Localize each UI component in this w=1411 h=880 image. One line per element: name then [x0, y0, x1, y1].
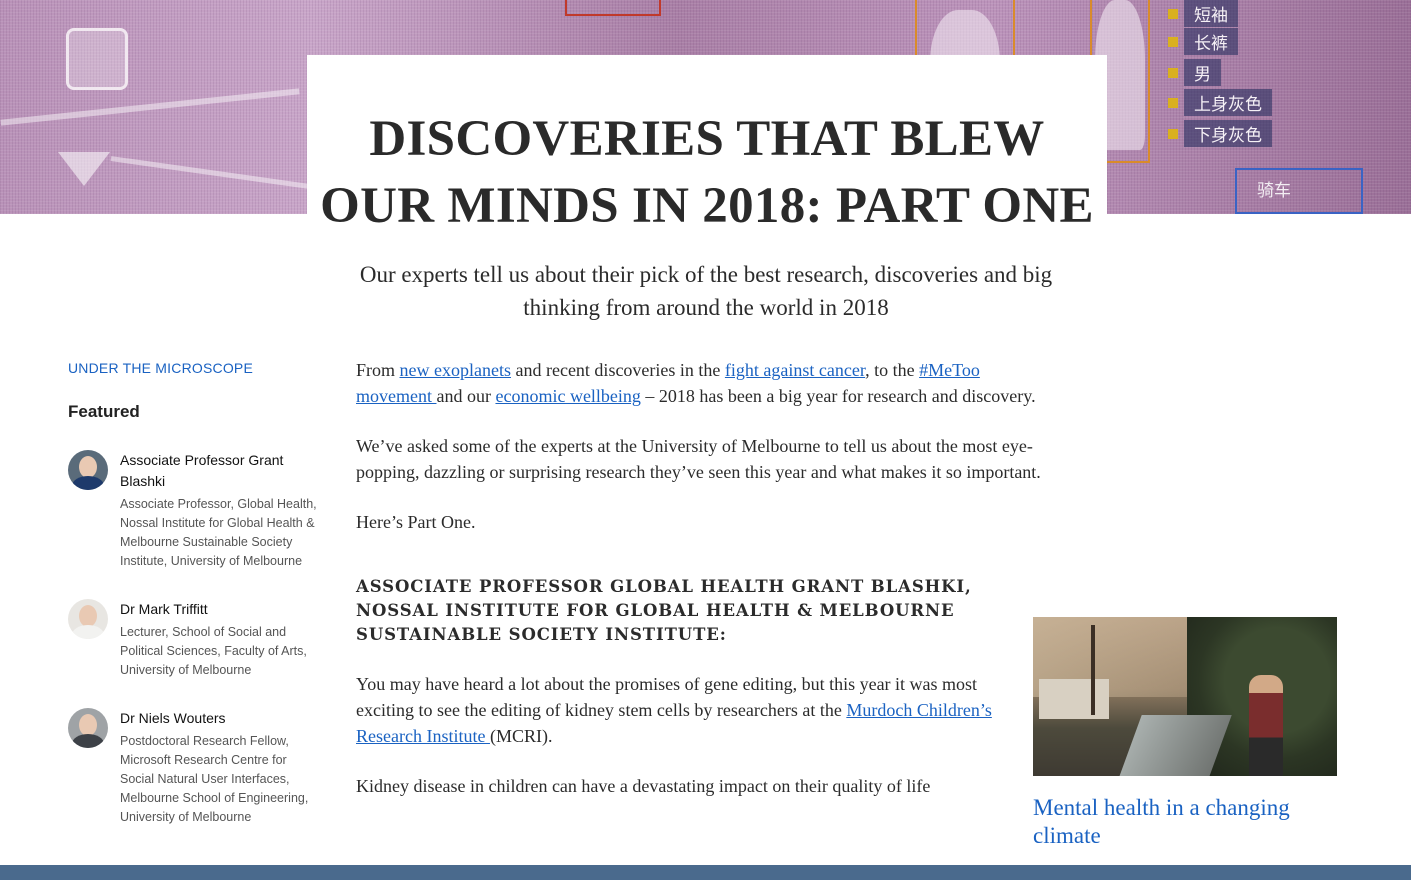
avatar: [68, 599, 108, 639]
body-paragraph: We’ve asked some of the experts at the U…: [356, 436, 1041, 482]
author-role: Associate Professor, Global Health, Noss…: [120, 497, 317, 568]
author-name: Dr Mark Triffitt: [120, 601, 208, 617]
related-article-link[interactable]: Mental health in a changing climate: [1033, 794, 1337, 850]
sidebar: UNDER THE MICROSCOPE Featured Associate …: [68, 360, 318, 827]
author-role: Postdoctoral Research Fellow, Microsoft …: [120, 734, 309, 824]
avatar: [68, 708, 108, 748]
section-heading: ASSOCIATE PROFESSOR GLOBAL HEALTH GRANT …: [356, 577, 972, 644]
intro-paragraph: From new exoplanets and recent discoveri…: [356, 357, 1036, 409]
bottom-bar: [0, 865, 1411, 880]
detection-tag: 长裤: [1168, 28, 1238, 55]
detection-tag: 上身灰色: [1168, 89, 1272, 116]
featured-author[interactable]: Dr Mark Triffitt Lecturer, School of Soc…: [68, 599, 318, 680]
detection-box-label: 骑车: [1257, 181, 1291, 201]
text: – 2018 has been a big year for research …: [640, 386, 1036, 406]
road-arrow-icon: [58, 152, 110, 186]
link-fight-against-cancer[interactable]: fight against cancer: [725, 360, 865, 380]
detection-box: [565, 0, 661, 16]
featured-author[interactable]: Dr Niels Wouters Postdoctoral Research F…: [68, 708, 318, 827]
related-article-image: [1033, 617, 1337, 776]
avatar: [68, 450, 108, 490]
text: From: [356, 360, 400, 380]
text: (MCRI).: [489, 726, 553, 746]
text: and our: [436, 386, 496, 406]
detection-tag: 下身灰色: [1168, 120, 1272, 147]
related-article-card[interactable]: Mental health in a changing climate: [1033, 617, 1337, 850]
detection-tag: 短袖: [1168, 0, 1238, 27]
body-paragraph: Kidney disease in children can have a de…: [356, 776, 931, 796]
text: and recent discoveries in the: [510, 360, 725, 380]
body-paragraph: Here’s Part One.: [356, 512, 476, 532]
featured-authors-list: Associate Professor Grant Blashki Associ…: [68, 450, 318, 827]
author-name: Associate Professor Grant Blashki: [120, 452, 284, 489]
link-new-exoplanets[interactable]: new exoplanets: [400, 360, 511, 380]
featured-heading: Featured: [68, 402, 140, 421]
page-title: DISCOVERIES THAT BLEW OUR MINDS IN 2018:…: [320, 111, 1094, 234]
body-paragraph: You may have heard a lot about the promi…: [356, 671, 996, 749]
author-name: Dr Niels Wouters: [120, 710, 226, 726]
featured-author[interactable]: Associate Professor Grant Blashki Associ…: [68, 450, 318, 571]
detection-box: 骑车: [1235, 168, 1363, 214]
section-link-under-the-microscope[interactable]: UNDER THE MICROSCOPE: [68, 360, 318, 376]
author-role: Lecturer, School of Social and Political…: [120, 625, 307, 677]
no-entry-sign-icon: [66, 28, 128, 90]
article-body: From new exoplanets and recent discoveri…: [356, 357, 1056, 823]
page-subtitle: Our experts tell us about their pick of …: [359, 262, 1053, 320]
detection-tag: 男: [1168, 59, 1221, 86]
link-economic-wellbeing[interactable]: economic wellbeing: [495, 386, 640, 406]
text: , to the: [865, 360, 920, 380]
